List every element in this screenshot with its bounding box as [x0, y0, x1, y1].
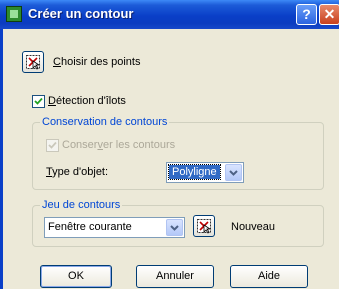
- object-type-value: Polyligne: [168, 164, 221, 180]
- help-icon[interactable]: ?: [296, 4, 317, 25]
- ok-button[interactable]: OK: [40, 265, 112, 288]
- pick-points-label-rest: hoisir des points: [60, 56, 141, 68]
- object-type-dropdown-button[interactable]: [225, 164, 242, 181]
- island-detection-label[interactable]: Détection d'îlots: [48, 95, 126, 107]
- pick-points-icon: [26, 55, 41, 70]
- pick-points-label[interactable]: Choisir des points: [53, 56, 140, 68]
- title-bar[interactable]: Créer un contour ? ✕: [0, 0, 339, 29]
- new-boundary-icon: [197, 219, 212, 234]
- boundary-set-value: Fenêtre courante: [48, 221, 132, 233]
- retain-label-pre: Conser: [62, 139, 98, 151]
- pick-points-button[interactable]: [22, 51, 44, 73]
- island-detection-mnemonic: D: [48, 95, 56, 107]
- close-icon[interactable]: ✕: [319, 4, 339, 25]
- dialog-window: Créer un contour ? ✕ Choisir des points …: [0, 0, 339, 289]
- island-detection-checkbox[interactable]: [32, 95, 45, 108]
- boundary-set-legend: Jeu de contours: [40, 199, 123, 211]
- app-icon: [6, 6, 22, 22]
- object-type-label-rest: ype d'objet:: [52, 166, 109, 178]
- dialog-title: Créer un contour: [28, 6, 134, 21]
- retain-boundaries-checkbox[interactable]: [46, 139, 59, 152]
- cancel-button[interactable]: Annuler: [136, 265, 214, 288]
- chevron-down-icon: [229, 170, 238, 176]
- new-boundary-set-button[interactable]: [193, 215, 215, 237]
- object-type-select[interactable]: Polyligne: [166, 162, 244, 183]
- chevron-down-icon: [170, 225, 179, 231]
- new-boundary-set-label: Nouveau: [231, 221, 276, 233]
- window-border: [0, 29, 3, 289]
- island-detection-label-rest: étection d'îlots: [55, 95, 126, 107]
- check-icon: [34, 97, 43, 105]
- retain-boundaries-label: Conserver les contours: [62, 139, 175, 151]
- boundary-set-select[interactable]: Fenêtre courante: [44, 217, 185, 238]
- boundary-retention-legend: Conservation de contours: [40, 116, 170, 128]
- boundary-set-dropdown-button[interactable]: [166, 219, 183, 236]
- check-icon: [48, 141, 57, 149]
- object-type-label: Type d'objet:: [46, 166, 108, 178]
- pick-points-mnemonic: C: [53, 56, 61, 68]
- help-button[interactable]: Aide: [230, 265, 308, 288]
- retain-label-post: er les contours: [102, 139, 176, 151]
